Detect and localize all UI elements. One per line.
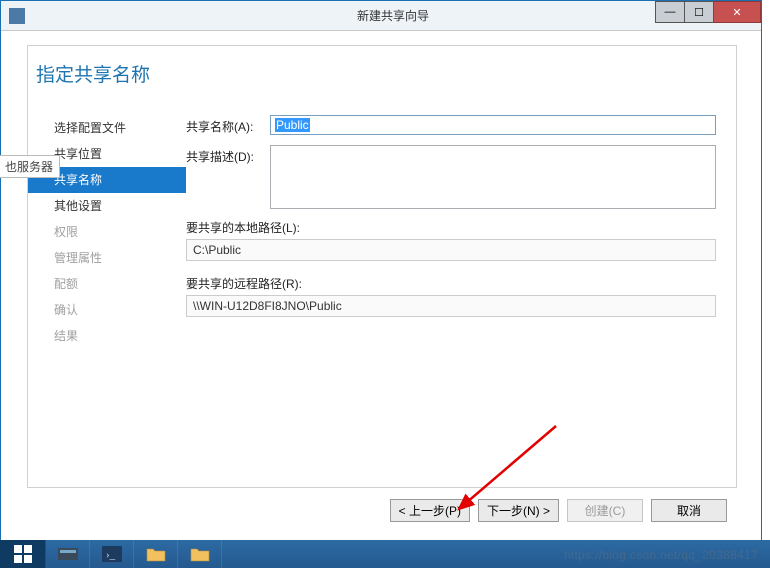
- content-panel: 指定共享名称 选择配置文件 共享位置 共享名称 其他设置 权限 管理属性 配额 …: [27, 45, 737, 488]
- previous-button[interactable]: < 上一步(P): [390, 499, 470, 522]
- folder-icon: [190, 546, 210, 562]
- local-path-value: C:\Public: [186, 239, 716, 261]
- task-explorer-2[interactable]: [178, 540, 222, 568]
- server-manager-icon: [58, 546, 78, 562]
- share-name-input[interactable]: Public: [270, 115, 716, 135]
- form-area: 共享名称(A): Public 共享描述(D): 要共享的本地路径(L): C:…: [186, 115, 736, 486]
- share-name-label: 共享名称(A):: [186, 115, 270, 135]
- titlebar: 新建共享向导 — ☐ ✕: [1, 1, 761, 31]
- maximize-button[interactable]: ☐: [684, 1, 714, 23]
- cancel-button[interactable]: 取消: [651, 499, 727, 522]
- create-button: 创建(C): [567, 499, 643, 522]
- watermark: https://blog.csdn.net/qq_20388417: [564, 548, 758, 562]
- step-results: 结果: [42, 323, 186, 349]
- step-confirm: 确认: [42, 297, 186, 323]
- step-share-location[interactable]: 共享位置: [42, 141, 186, 167]
- close-button[interactable]: ✕: [713, 1, 761, 23]
- task-server-manager[interactable]: [46, 540, 90, 568]
- next-button[interactable]: 下一步(N) >: [478, 499, 559, 522]
- start-button[interactable]: [0, 540, 46, 568]
- tooltip: 也服务器: [0, 155, 60, 178]
- wizard-window: 新建共享向导 — ☐ ✕ 指定共享名称 选择配置文件 共享位置 共享名称 其他设…: [0, 0, 762, 545]
- window-controls: — ☐ ✕: [656, 1, 761, 23]
- local-path-label: 要共享的本地路径(L):: [186, 219, 716, 236]
- powershell-icon: ›_: [102, 546, 122, 562]
- app-icon: [9, 8, 25, 24]
- folder-icon: [146, 546, 166, 562]
- svg-text:›_: ›_: [106, 549, 116, 561]
- window-title: 新建共享向导: [25, 7, 761, 24]
- page-heading: 指定共享名称: [28, 46, 736, 87]
- step-select-profile[interactable]: 选择配置文件: [42, 115, 186, 141]
- remote-path-label: 要共享的远程路径(R):: [186, 275, 716, 292]
- step-management: 管理属性: [42, 245, 186, 271]
- step-other-settings[interactable]: 其他设置: [42, 193, 186, 219]
- share-desc-label: 共享描述(D):: [186, 145, 270, 165]
- step-permissions: 权限: [42, 219, 186, 245]
- start-icon: [14, 545, 32, 563]
- wizard-buttons: < 上一步(P) 下一步(N) > 创建(C) 取消: [390, 499, 727, 522]
- step-quota: 配额: [42, 271, 186, 297]
- task-explorer[interactable]: [134, 540, 178, 568]
- remote-path-value: \\WIN-U12D8FI8JNO\Public: [186, 295, 716, 317]
- task-powershell[interactable]: ›_: [90, 540, 134, 568]
- minimize-button[interactable]: —: [655, 1, 685, 23]
- share-desc-input[interactable]: [270, 145, 716, 209]
